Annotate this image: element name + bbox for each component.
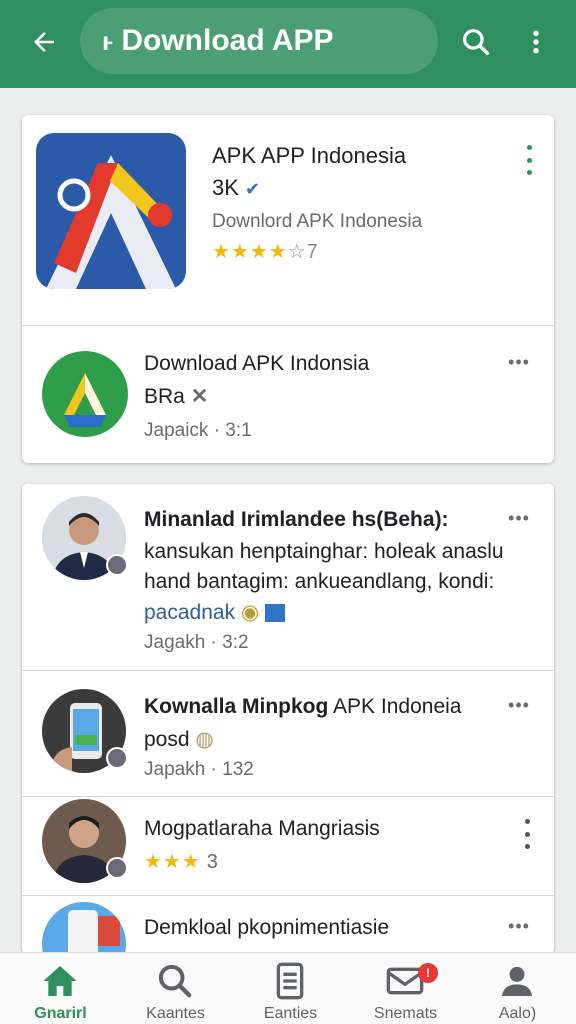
nav-item-list[interactable]: Eanties <box>233 953 348 1024</box>
post-title: Demkloal pkopnimentiasie <box>144 916 390 939</box>
post-line: posd <box>144 728 190 751</box>
verified-badge <box>106 747 128 769</box>
app-subtitle: BRa <box>144 385 185 408</box>
arrow-left-icon <box>34 32 54 52</box>
featured-app-count: 3K ✔ <box>212 175 260 201</box>
search-query: Download APP <box>121 24 334 57</box>
nav-label: Aalo) <box>498 1005 537 1022</box>
person-icon <box>502 966 532 996</box>
featured-app-menu-button[interactable] <box>522 145 536 175</box>
feed-item[interactable]: Minanlad Irimlandee hs(Beha): kansukan h… <box>22 484 554 670</box>
feed-item[interactable]: Kownalla Minpkog APK Indoneia posd ◍ Jap… <box>22 671 554 796</box>
app-logo <box>42 351 128 437</box>
search-bar[interactable]: ⱶ Download APP <box>80 8 438 74</box>
nav-item-mail[interactable]: ! Snemats <box>348 953 463 1024</box>
app-subtitle-row: BRa ✕ <box>144 384 208 409</box>
verified-badge <box>106 554 128 576</box>
nav-item-profile[interactable]: Aalo) <box>460 953 575 1024</box>
featured-app-subtitle: Downlord APK Indonesia <box>212 211 423 232</box>
feed-card: Minanlad Irimlandee hs(Beha): kansukan h… <box>22 484 554 954</box>
nav-label: Kaantes <box>146 1005 205 1022</box>
more-vert-icon <box>533 30 539 54</box>
app-list-item[interactable]: Download APK Indonsia BRa ✕ Japaick · 3:… <box>22 326 554 463</box>
avatar <box>42 902 126 954</box>
app-meta: Japaick · 3:1 <box>144 420 252 441</box>
rating-count: ☆7 <box>287 241 319 263</box>
post-tag[interactable]: pacadnak <box>144 601 235 624</box>
rating-count: 3 <box>206 851 219 873</box>
post-title: Kownalla Minpkog <box>144 695 329 718</box>
post-rating: ★★★ 3 <box>144 849 219 874</box>
search-icon <box>158 964 192 998</box>
notification-badge: ! <box>418 963 438 983</box>
home-icon <box>43 966 77 996</box>
more-horiz-icon[interactable]: ••• <box>504 352 534 372</box>
post-line: kansukan henptainghar: holeak anaslu <box>144 540 504 563</box>
post-line: hand bantagim: ankueandlang, kondi: <box>144 570 495 593</box>
search-icon <box>463 29 490 56</box>
feed-item[interactable]: Demkloal pkopnimentiasie ••• <box>22 896 554 954</box>
nav-item-search[interactable]: Kaantes <box>118 953 233 1024</box>
post-menu-button[interactable] <box>520 819 534 849</box>
close-icon[interactable]: ✕ <box>191 385 209 408</box>
feed-item[interactable]: Mogpatlaraha Mangriasis ★★★ 3 <box>22 797 554 895</box>
featured-app-title: APK APP Indonesia <box>212 143 407 168</box>
rating-stars: ★★★★ <box>212 241 288 263</box>
download-count: 3K <box>212 175 239 200</box>
top-apps-card: APK APP Indonesia 3K ✔ Downlord APK Indo… <box>22 115 554 463</box>
app-bar: ⱶ Download APP <box>0 0 576 88</box>
more-horiz-icon[interactable]: ••• <box>504 916 534 936</box>
app-title: Download APK Indonsia <box>144 352 370 375</box>
nav-label: Eanties <box>263 1005 318 1022</box>
more-horiz-icon[interactable]: ••• <box>504 508 534 528</box>
featured-app-logo <box>36 133 186 289</box>
emoji-icon: ◉ <box>240 601 260 624</box>
post-title-row: Kownalla Minpkog APK Indoneia <box>144 695 461 719</box>
post-meta: Japakh · 132 <box>144 759 254 780</box>
rating-stars: ★★★ <box>144 851 201 873</box>
emoji-icon: ◍ <box>195 728 214 751</box>
post-line-row: posd ◍ <box>144 727 214 752</box>
verified-icon: ✔ <box>245 179 261 199</box>
back-button[interactable] <box>24 22 64 62</box>
post-title: Mogpatlaraha Mangriasis <box>144 817 380 840</box>
flag-icon <box>265 604 286 623</box>
featured-app-rating: ★★★★☆7 <box>212 239 319 264</box>
list-icon <box>276 962 304 1000</box>
more-horiz-icon[interactable]: ••• <box>504 695 534 715</box>
nav-label: Gnarirl <box>34 1005 87 1022</box>
verified-badge <box>106 857 128 879</box>
bottom-navigation: Gnarirl Kaantes Eanties ! Snemats Aalo) <box>0 952 576 1024</box>
featured-app-row[interactable]: APK APP Indonesia 3K ✔ Downlord APK Indo… <box>22 115 554 325</box>
post-meta: Jagakh · 3:2 <box>144 632 249 653</box>
search-button[interactable] <box>456 22 496 62</box>
nav-label: Snemats <box>373 1005 438 1022</box>
post-title: Minanlad Irimlandee hs(Beha): <box>144 508 449 531</box>
overflow-menu-button[interactable] <box>516 22 556 62</box>
post-tags: pacadnak ◉ <box>144 600 286 625</box>
nav-item-home[interactable]: Gnarirl <box>3 953 118 1024</box>
search-prefix-icon: ⱶ <box>102 25 114 56</box>
post-title-rest: APK Indoneia <box>333 695 462 718</box>
